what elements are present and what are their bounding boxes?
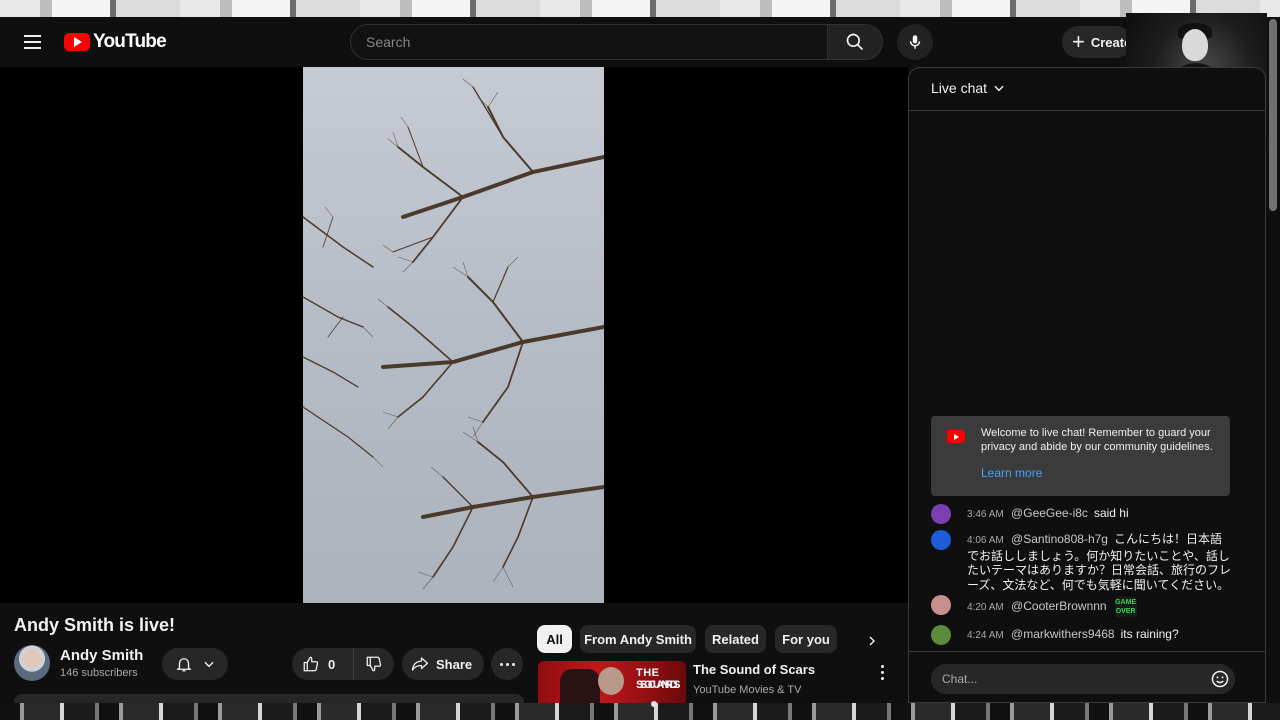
recommended-title[interactable]: The Sound of Scars bbox=[693, 662, 815, 677]
avatar[interactable] bbox=[931, 504, 951, 524]
learn-more-link[interactable]: Learn more bbox=[981, 466, 1042, 480]
recommended-menu-button[interactable] bbox=[872, 662, 892, 682]
like-dislike-group: 0 bbox=[292, 648, 394, 680]
share-label: Share bbox=[436, 656, 473, 672]
message-author[interactable]: @Santino808-h7g bbox=[1011, 532, 1108, 546]
logo-text: YouTube bbox=[93, 31, 167, 52]
message-author[interactable]: @markwithers9468 bbox=[1011, 627, 1115, 641]
share-button[interactable]: Share bbox=[402, 648, 484, 680]
more-dots-icon bbox=[499, 662, 503, 666]
smiley-icon bbox=[1211, 670, 1229, 688]
share-icon bbox=[411, 657, 429, 671]
hamburger-icon bbox=[23, 35, 41, 37]
chat-input-box bbox=[931, 664, 1235, 694]
page-scrollbar[interactable] bbox=[1269, 17, 1277, 703]
bare-trees-image bbox=[303, 78, 604, 590]
subscriber-count: 146 subscribers bbox=[60, 667, 138, 679]
scrollbar-thumb[interactable] bbox=[1269, 19, 1277, 211]
notifications-button[interactable] bbox=[162, 648, 228, 680]
video-title: Andy Smith is live! bbox=[14, 615, 176, 635]
chevron-right-icon bbox=[869, 636, 875, 646]
chat-header: Live chat bbox=[909, 68, 1265, 111]
chips-next-button[interactable] bbox=[862, 630, 882, 652]
message-author[interactable]: @CooterBrownnn bbox=[1011, 599, 1107, 613]
vertical-dots-icon bbox=[880, 664, 884, 668]
game-over-emote-icon: GAME OVER bbox=[1114, 597, 1137, 617]
chat-mode-dropdown[interactable]: Live chat bbox=[931, 80, 1006, 96]
message-author[interactable]: @GeeGee-i8c bbox=[1011, 506, 1088, 520]
thumbs-down-icon bbox=[366, 656, 382, 672]
like-count: 0 bbox=[328, 656, 336, 672]
chat-input[interactable] bbox=[931, 664, 1201, 694]
chat-header-label: Live chat bbox=[931, 80, 988, 96]
search-icon bbox=[846, 33, 864, 51]
chip-all[interactable]: All bbox=[537, 625, 572, 653]
chip-related[interactable]: Related bbox=[705, 625, 766, 653]
hamburger-icon bbox=[23, 41, 41, 43]
chevron-down-icon bbox=[994, 85, 1004, 92]
chevron-down-icon bbox=[203, 661, 214, 668]
channel-avatar[interactable] bbox=[14, 645, 50, 681]
like-button[interactable]: 0 bbox=[292, 648, 354, 680]
channel-name[interactable]: Andy Smith bbox=[60, 647, 143, 664]
message-time: 4:06 AM bbox=[967, 535, 1004, 546]
bell-icon bbox=[175, 658, 192, 672]
youtube-play-icon bbox=[64, 33, 90, 51]
chip-from-channel[interactable]: From Andy Smith bbox=[580, 625, 696, 653]
welcome-text: Welcome to live chat! Remember to guard … bbox=[981, 427, 1213, 453]
emoji-button[interactable] bbox=[1210, 669, 1230, 689]
create-button[interactable]: + Create bbox=[1062, 26, 1132, 58]
hamburger-icon bbox=[23, 47, 41, 49]
decorative-border-bottom bbox=[0, 703, 1280, 720]
youtube-logo[interactable]: YouTube bbox=[64, 31, 167, 53]
more-actions-button[interactable] bbox=[491, 648, 523, 680]
video-frame bbox=[303, 67, 604, 603]
search-input[interactable] bbox=[351, 25, 827, 59]
decorative-border-top bbox=[0, 0, 1280, 17]
thumbnail-text: SCARS bbox=[640, 679, 682, 691]
youtube-play-icon bbox=[947, 430, 965, 443]
video-player[interactable] bbox=[0, 67, 908, 603]
recommended-thumbnail[interactable]: THE SOUND SCARS bbox=[538, 661, 686, 703]
dislike-button[interactable] bbox=[354, 648, 394, 680]
message-time: 4:24 AM bbox=[967, 630, 1004, 641]
voice-search-button[interactable] bbox=[897, 24, 933, 60]
avatar[interactable] bbox=[931, 625, 951, 645]
description-box[interactable] bbox=[14, 694, 524, 703]
live-chat-panel: Live chat Welcome to live chat! Remember… bbox=[908, 67, 1266, 703]
avatar[interactable] bbox=[931, 530, 951, 550]
message-time: 4:20 AM bbox=[967, 602, 1004, 614]
search-button[interactable] bbox=[827, 24, 883, 60]
progress-indicator-dot bbox=[651, 701, 657, 707]
recommended-channel[interactable]: YouTube Movies & TV bbox=[693, 684, 801, 696]
thumbs-up-icon bbox=[303, 656, 319, 672]
avatar[interactable] bbox=[931, 595, 951, 615]
microphone-icon bbox=[909, 35, 921, 49]
plus-icon: + bbox=[1072, 29, 1085, 54]
menu-button[interactable] bbox=[14, 24, 50, 60]
chip-for-you[interactable]: For you bbox=[775, 625, 837, 653]
masthead: YouTube + Create bbox=[0, 17, 1280, 67]
message-text: its raining? bbox=[1120, 627, 1179, 641]
search-box bbox=[350, 24, 828, 60]
message-time: 3:46 AM bbox=[967, 509, 1004, 520]
chat-welcome-banner: Welcome to live chat! Remember to guard … bbox=[931, 416, 1230, 496]
message-text: said hi bbox=[1093, 506, 1129, 520]
